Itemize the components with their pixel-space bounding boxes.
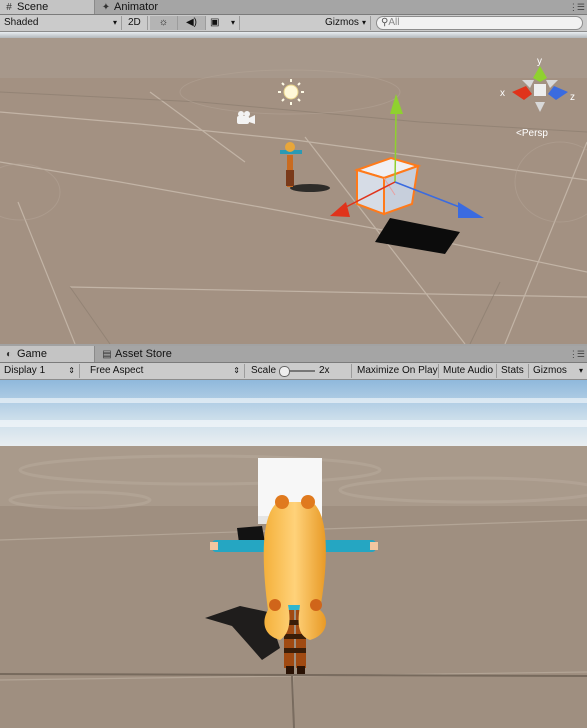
tab-game[interactable]: ◐ Game <box>0 346 95 362</box>
game-gizmos-label: Gizmos <box>533 365 567 376</box>
dropdown-arrow-icon: ▾ <box>578 366 583 375</box>
stats-toggle[interactable]: Stats <box>497 364 529 378</box>
scene-viewport[interactable]: y x z <Persp <box>0 32 587 344</box>
asset-store-icon: ▤ <box>102 349 112 360</box>
aspect-label: Free Aspect <box>90 365 144 376</box>
stats-label: Stats <box>501 365 524 376</box>
dropdown-arrow-icon: ▾ <box>230 18 235 27</box>
scale-value: 2x <box>319 365 330 376</box>
tab-scene-label: Scene <box>17 1 49 13</box>
display-label: Display 1 <box>4 365 46 376</box>
shading-mode-label: Shaded <box>4 17 39 28</box>
scene-gizmos-label: Gizmos <box>325 17 359 28</box>
2d-toggle-button[interactable]: 2D <box>124 16 148 30</box>
tab-scene[interactable]: # Scene <box>0 0 95 14</box>
animator-icon: ✦ <box>101 2 111 13</box>
2d-toggle-label: 2D <box>128 17 141 28</box>
game-tab-bar: ◐ Game ▤ Asset Store ⋮☰ <box>0 346 587 363</box>
scene-icon: # <box>6 2 12 13</box>
tab-animator[interactable]: ✦ Animator <box>97 0 191 14</box>
lighting-toggle-button[interactable]: ☼ <box>150 16 178 30</box>
dropdown-arrow-icon: ⇕ <box>233 366 240 375</box>
maximize-on-play-toggle[interactable]: Maximize On Play <box>353 364 439 378</box>
scene-toolbar: Shaded ▾ 2D ☼ ◀) ▣ ▾ Gizmos ▾ ⚲All <box>0 15 587 32</box>
search-placeholder-text: All <box>388 17 400 28</box>
tab-animator-label: Animator <box>114 1 159 13</box>
hierarchy-search-input[interactable]: ⚲All <box>376 16 583 30</box>
image-icon: ▣ <box>210 17 220 28</box>
game-toolbar: Display 1 ⇕ Free Aspect ⇕ Scale 2x Maxim… <box>0 363 587 380</box>
effects-dropdown[interactable]: ▣ ▾ <box>206 16 240 30</box>
tab-game-label: Game <box>17 348 47 360</box>
scale-control: Scale 2x <box>247 364 352 378</box>
shading-mode-dropdown[interactable]: Shaded ▾ <box>0 16 122 30</box>
aspect-dropdown[interactable]: Free Aspect ⇕ <box>86 364 245 378</box>
tab-asset-store-label: Asset Store <box>115 348 172 360</box>
projection-label[interactable]: <Persp <box>516 128 548 139</box>
panel-menu-icon[interactable]: ⋮☰ <box>569 349 585 360</box>
dropdown-arrow-icon: ⇕ <box>68 366 75 375</box>
axis-z-label: z <box>570 92 575 103</box>
game-gizmos-dropdown[interactable]: Gizmos ▾ <box>529 364 587 378</box>
projection-text: Persp <box>522 128 549 139</box>
maximize-on-play-label: Maximize On Play <box>357 365 438 376</box>
game-viewport[interactable] <box>0 380 587 728</box>
tab-asset-store[interactable]: ▤ Asset Store <box>98 346 212 362</box>
speaker-icon: ◀) <box>185 17 198 28</box>
scene-tab-bar: # Scene ✦ Animator ⋮☰ <box>0 0 587 15</box>
axis-x-label: x <box>500 88 505 99</box>
dropdown-arrow-icon: ▾ <box>361 18 366 27</box>
display-dropdown[interactable]: Display 1 ⇕ <box>0 364 80 378</box>
sun-icon: ☼ <box>158 17 169 28</box>
mute-audio-label: Mute Audio <box>443 365 494 376</box>
scene-gizmos-dropdown[interactable]: Gizmos ▾ <box>321 16 371 30</box>
mute-audio-toggle[interactable]: Mute Audio <box>439 364 497 378</box>
scale-slider-thumb[interactable] <box>278 366 290 377</box>
dropdown-arrow-icon: ▾ <box>112 18 117 27</box>
game-icon: ◐ <box>5 349 13 360</box>
panel-menu-icon[interactable]: ⋮☰ <box>569 2 585 13</box>
audio-toggle-button[interactable]: ◀) <box>178 16 206 30</box>
axis-y-label: y <box>537 56 542 67</box>
scale-label: Scale <box>251 365 277 376</box>
